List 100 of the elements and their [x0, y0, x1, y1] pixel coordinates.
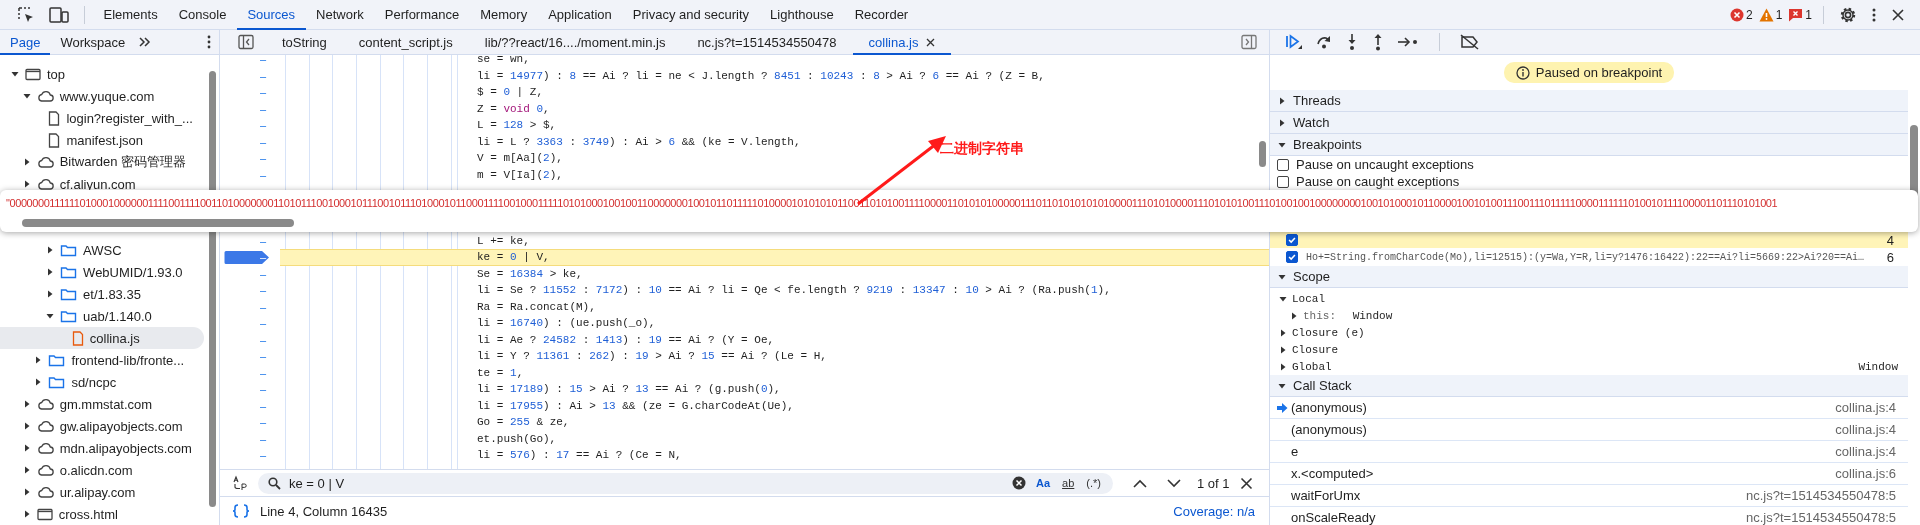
pretty-print-icon[interactable]: [232, 504, 250, 518]
expand-arrow-icon[interactable]: [46, 246, 55, 254]
more-icon[interactable]: [1871, 6, 1877, 23]
panel-tab[interactable]: Memory: [469, 0, 538, 30]
expand-arrow-icon[interactable]: [1278, 96, 1286, 105]
collapse-arrow-icon[interactable]: [1278, 381, 1286, 390]
expand-arrow-icon[interactable]: [34, 356, 43, 364]
issue-count[interactable]: 2: [1745, 7, 1753, 22]
tree-item[interactable]: AWSC: [0, 239, 204, 261]
expand-arrow-icon[interactable]: [34, 378, 43, 386]
resume-icon[interactable]: [1285, 34, 1303, 50]
file-tab[interactable]: collina.js: [852, 29, 952, 55]
checkbox[interactable]: [1286, 234, 1298, 246]
expand-arrow-icon[interactable]: [22, 400, 31, 408]
expand-arrow-icon[interactable]: [22, 488, 31, 496]
tree-item[interactable]: collina.js: [0, 327, 204, 349]
expand-arrow-icon[interactable]: [22, 422, 31, 430]
expand-arrow-icon[interactable]: [46, 268, 55, 276]
call-frame[interactable]: waitForUmx nc.js?t=1514534550478:5: [1270, 485, 1908, 507]
source-location[interactable]: nc.js?t=1514534550478:5: [1746, 488, 1896, 503]
collapse-arrow-icon[interactable]: [1278, 140, 1286, 149]
expand-arrow-icon[interactable]: [22, 510, 31, 518]
panel-tab[interactable]: Lighthouse: [759, 0, 845, 30]
clear-icon[interactable]: [1012, 476, 1026, 490]
expand-arrow-icon[interactable]: [46, 290, 55, 298]
collapse-arrow-icon[interactable]: [46, 312, 55, 320]
scope-item[interactable]: Local: [1270, 290, 1908, 307]
settings-icon[interactable]: [1839, 5, 1857, 24]
panel-tab[interactable]: Elements: [93, 0, 169, 30]
section-header[interactable]: Breakpoints: [1270, 134, 1908, 156]
tree-item[interactable]: sd/ncpc: [0, 371, 204, 393]
panel-tab[interactable]: Privacy and security: [622, 0, 760, 30]
file-tab[interactable]: content_script.js: [342, 29, 469, 55]
tree-item[interactable]: ur.alipay.com: [0, 481, 204, 503]
source-location[interactable]: nc.js?t=1514534550478:5: [1746, 510, 1896, 525]
tree-item[interactable]: gm.mmstat.com: [0, 393, 204, 415]
call-frame[interactable]: (anonymous) collina.js:4: [1270, 397, 1908, 419]
section-header[interactable]: Threads: [1270, 90, 1908, 112]
file-tab[interactable]: toString: [266, 29, 343, 55]
source-location[interactable]: collina.js:4: [1835, 400, 1896, 415]
checkbox[interactable]: [1277, 158, 1289, 171]
tree-item[interactable]: mdn.alipayobjects.com: [0, 437, 204, 459]
tree-item[interactable]: frontend-lib/fronte...: [0, 349, 204, 371]
search-option[interactable]: Aa: [1034, 477, 1053, 489]
up-chevron-icon[interactable]: [1133, 478, 1147, 488]
breakpoint-row[interactable]: Ho+=String.fromCharCode(Mo),li=12515):(y=Wa,Y=R,li=y?1476:16422):22==Ai?li=5669:22>Ai?20==Ai… 6: [1270, 248, 1908, 266]
tree-item[interactable]: www.yuque.com: [0, 85, 204, 107]
issue-count[interactable]: 1: [1805, 7, 1812, 22]
file-tab[interactable]: lib/??react/16..../moment.min.js: [468, 29, 682, 55]
tree-item[interactable]: uab/1.140.0: [0, 305, 204, 327]
expand-arrow-icon[interactable]: [22, 466, 31, 474]
replace-icon[interactable]: [232, 475, 248, 491]
section-header[interactable]: Watch: [1270, 112, 1908, 134]
panel-toggle-icon[interactable]: [1241, 34, 1257, 50]
coverage-link[interactable]: Coverage: n/a: [1173, 503, 1255, 519]
navigator-tab[interactable]: Page: [0, 29, 51, 55]
expand-arrow-icon[interactable]: [1278, 118, 1286, 127]
close-icon[interactable]: [1239, 476, 1253, 490]
chevrons-icon[interactable]: [139, 37, 152, 47]
checkbox[interactable]: [1286, 251, 1298, 263]
call-frame[interactable]: (anonymous) collina.js:4: [1270, 419, 1908, 441]
source-location[interactable]: collina.js:6: [1835, 466, 1896, 481]
tree-item[interactable]: WebUMID/1.93.0: [0, 261, 204, 283]
panel-tab[interactable]: Sources: [236, 0, 306, 30]
close-icon[interactable]: [1891, 7, 1905, 22]
source-location[interactable]: collina.js:4: [1835, 444, 1896, 459]
device-icon[interactable]: [49, 5, 69, 24]
call-frame[interactable]: x.<computed> collina.js:6: [1270, 463, 1908, 485]
tree-item[interactable]: gw.alipayobjects.com: [0, 415, 204, 437]
search-option[interactable]: ab: [1060, 477, 1077, 489]
expand-arrow-icon[interactable]: [1279, 345, 1287, 354]
expand-arrow-icon[interactable]: [1279, 362, 1287, 371]
source-location[interactable]: collina.js:4: [1835, 422, 1896, 437]
scope-variable[interactable]: this: Window: [1270, 307, 1908, 324]
collapse-arrow-icon[interactable]: [22, 92, 31, 100]
expand-arrow-icon[interactable]: [22, 158, 31, 166]
tree-item[interactable]: cross.html: [0, 503, 204, 525]
panel-tab[interactable]: Performance: [374, 0, 470, 30]
panel-tab[interactable]: Application: [537, 0, 623, 30]
panel-tab[interactable]: Recorder: [844, 0, 919, 30]
navigator-tab[interactable]: Workspace: [50, 29, 136, 55]
expand-arrow-icon[interactable]: [22, 180, 31, 188]
tree-item[interactable]: cf.aliyun.com: [0, 173, 204, 195]
panel-tab[interactable]: Network: [305, 0, 375, 30]
deactivate-breakpoints-icon[interactable]: [1460, 34, 1480, 50]
search-option[interactable]: (.*): [1084, 477, 1103, 489]
collapse-arrow-icon[interactable]: [1278, 272, 1286, 281]
expand-arrow-icon[interactable]: [1290, 311, 1298, 320]
step-icon[interactable]: [1397, 35, 1419, 49]
tree-item[interactable]: o.alicdn.com: [0, 459, 204, 481]
more-icon[interactable]: [207, 35, 211, 49]
search-field[interactable]: ke = 0 | V Aa ab (.*): [258, 472, 1113, 494]
tree-item[interactable]: top: [0, 63, 204, 85]
close-icon[interactable]: [926, 37, 936, 47]
breakpoint-marker-icon[interactable]: [224, 250, 270, 265]
tree-item[interactable]: Bitwarden 密码管理器: [0, 151, 204, 173]
inspect-icon[interactable]: [17, 5, 35, 24]
expand-arrow-icon[interactable]: [22, 444, 31, 452]
collapse-arrow-icon[interactable]: [1279, 294, 1287, 303]
file-tab[interactable]: nc.js?t=1514534550478: [681, 29, 853, 55]
